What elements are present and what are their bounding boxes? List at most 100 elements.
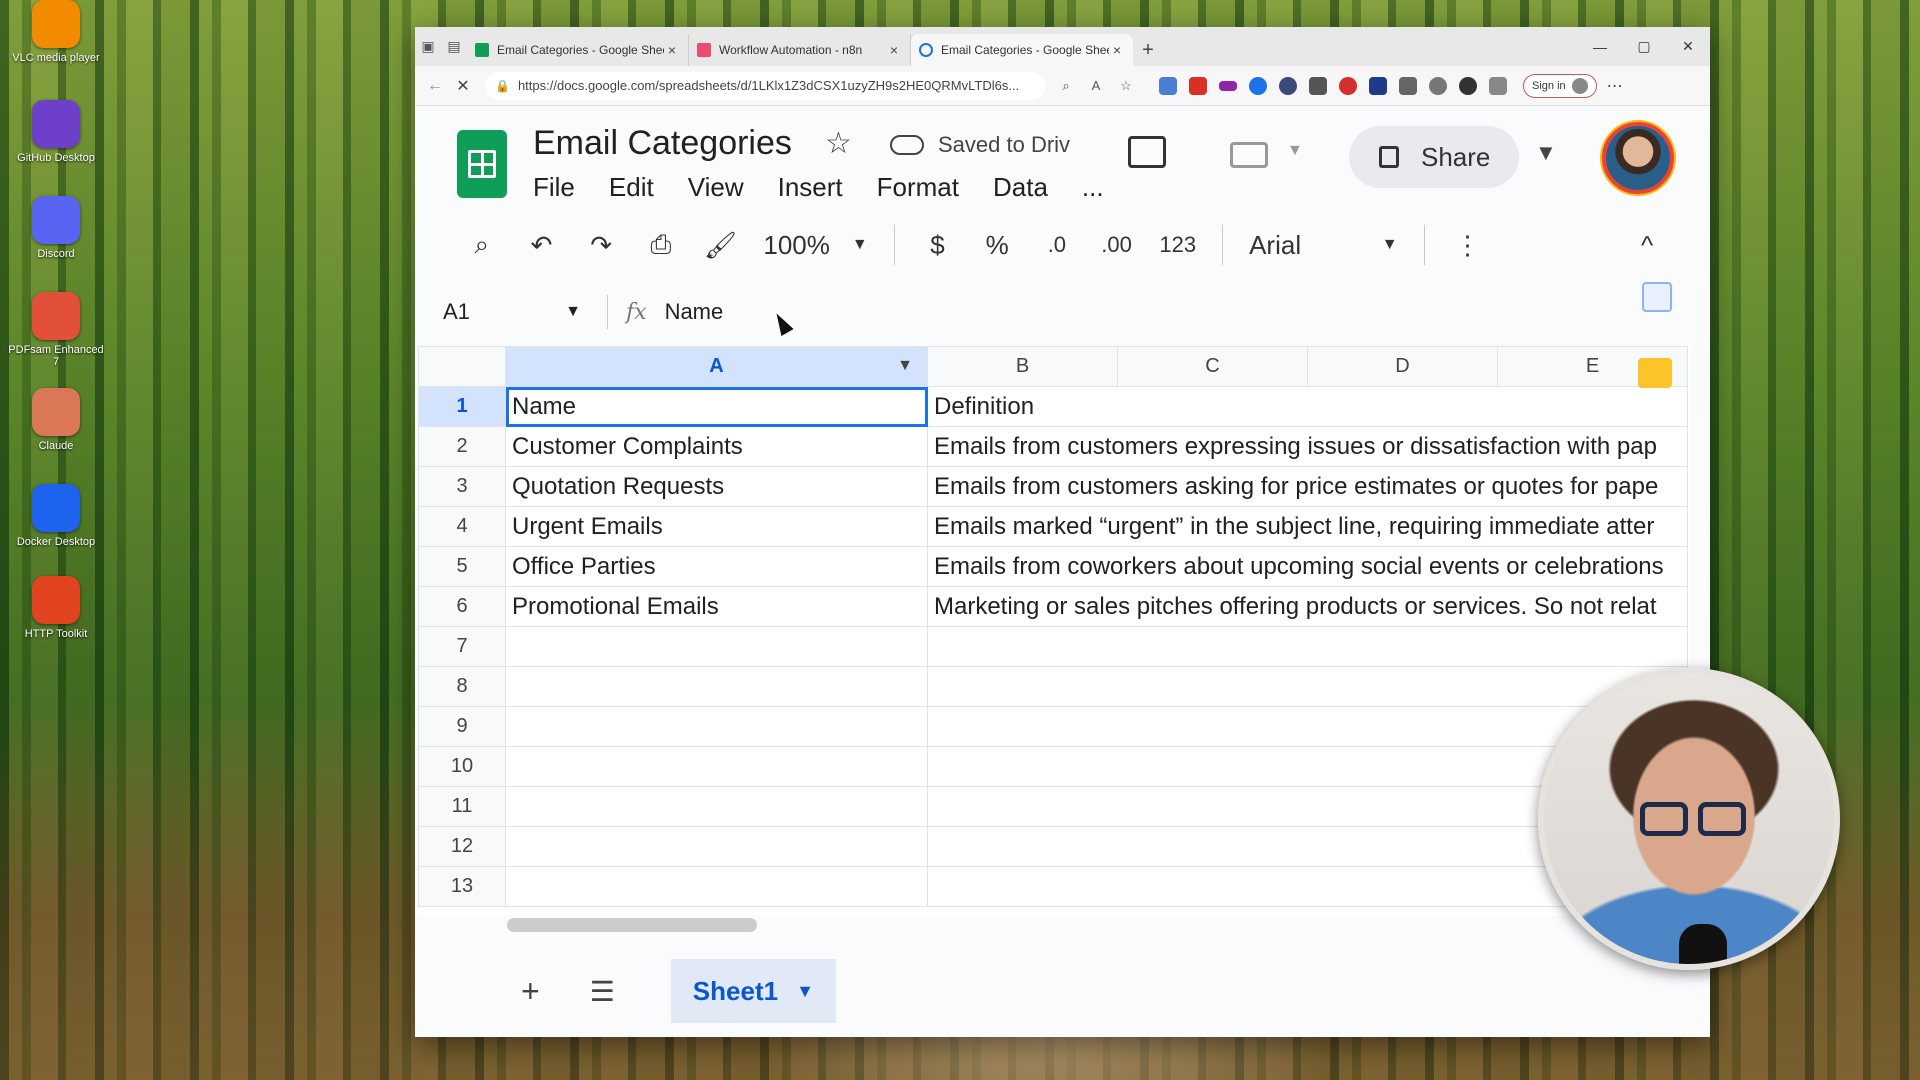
row-header[interactable]: 4 xyxy=(418,506,506,547)
desktop-shortcut[interactable]: PDFsam Enhanced 7 xyxy=(4,292,108,368)
workspaces-icon[interactable]: ▣ xyxy=(415,27,441,66)
document-title[interactable]: Email Categories xyxy=(533,124,792,163)
cell-a[interactable]: Office Parties xyxy=(505,546,928,587)
cell-a[interactable] xyxy=(505,786,928,827)
extension-icon[interactable] xyxy=(1159,76,1177,95)
chevron-down-icon[interactable]: ▼ xyxy=(796,981,814,1002)
menu-view[interactable]: View xyxy=(688,172,744,203)
cell-a[interactable]: Promotional Emails xyxy=(505,586,928,627)
cell-b[interactable]: Definition xyxy=(927,386,1688,427)
horizontal-scrollbar[interactable] xyxy=(507,918,757,932)
cell-a[interactable] xyxy=(505,626,928,667)
desktop-shortcut[interactable]: Docker Desktop xyxy=(4,484,108,548)
cell-b[interactable] xyxy=(927,666,1688,707)
close-window-icon[interactable]: ✕ xyxy=(1666,27,1710,66)
row-header[interactable]: 6 xyxy=(418,586,506,627)
chevron-down-icon[interactable]: ▼ xyxy=(1287,142,1303,160)
select-all-corner[interactable] xyxy=(418,346,506,387)
number-format-button[interactable]: 123 xyxy=(1159,225,1196,265)
extension-icon[interactable] xyxy=(1279,76,1297,95)
zoom-icon[interactable]: ⌕ xyxy=(1056,76,1076,96)
cell-a[interactable] xyxy=(505,666,928,707)
browser-tab-2[interactable]: Workflow Automation - n8n × xyxy=(689,34,911,66)
add-sheet-button[interactable]: + xyxy=(521,973,540,1010)
keep-addon-icon[interactable] xyxy=(1638,358,1672,388)
extension-icon[interactable] xyxy=(1369,76,1387,95)
column-header-a[interactable]: A ▼ xyxy=(505,346,928,387)
new-tab-button[interactable]: + xyxy=(1133,34,1163,66)
menu-data[interactable]: Data xyxy=(993,172,1048,203)
sheets-logo-icon[interactable] xyxy=(457,130,507,198)
cell-b[interactable]: Emails from customers asking for price e… xyxy=(927,466,1688,507)
row-header[interactable]: 1 xyxy=(418,386,506,427)
name-box[interactable]: A1 ▼ xyxy=(415,299,605,325)
url-field[interactable]: 🔒 https://docs.google.com/spreadsheets/d… xyxy=(485,71,1045,100)
search-icon[interactable]: ⌕ xyxy=(465,225,499,265)
cell-a[interactable] xyxy=(505,746,928,787)
redo-icon[interactable]: ↷ xyxy=(584,225,618,265)
column-header-c[interactable]: C xyxy=(1117,346,1308,387)
cell-a[interactable]: Customer Complaints xyxy=(505,426,928,467)
close-tab-icon[interactable]: × xyxy=(664,42,680,58)
formula-input[interactable]: Name xyxy=(665,299,724,325)
extension-icon[interactable] xyxy=(1429,76,1447,95)
extensions-puzzle-icon[interactable] xyxy=(1489,76,1507,95)
row-header[interactable]: 12 xyxy=(418,826,506,867)
more-options-icon[interactable]: ⋮ xyxy=(1451,225,1485,265)
cell-b[interactable]: Emails from customers expressing issues … xyxy=(927,426,1688,467)
percent-format-button[interactable]: % xyxy=(980,225,1014,265)
extension-icon[interactable] xyxy=(1459,76,1477,95)
row-header[interactable]: 2 xyxy=(418,426,506,467)
cell-a[interactable]: Urgent Emails xyxy=(505,506,928,547)
menu-insert[interactable]: Insert xyxy=(778,172,843,203)
all-sheets-icon[interactable]: ☰ xyxy=(590,975,615,1008)
cell-a[interactable] xyxy=(505,826,928,867)
extension-icon[interactable] xyxy=(1219,80,1237,91)
undo-icon[interactable]: ↶ xyxy=(525,225,559,265)
collapse-toolbar-icon[interactable]: ^ xyxy=(1630,225,1664,265)
desktop-shortcut[interactable]: HTTP Toolkit xyxy=(4,576,108,640)
cell-a[interactable] xyxy=(505,866,928,907)
column-header-d[interactable]: D xyxy=(1307,346,1498,387)
meet-camera-icon[interactable] xyxy=(1230,142,1268,168)
desktop-shortcut[interactable]: VLC media player xyxy=(4,0,108,64)
close-tab-icon[interactable]: × xyxy=(1109,42,1125,58)
desktop-shortcut[interactable]: Discord xyxy=(4,196,108,260)
cell-b[interactable] xyxy=(927,626,1688,667)
print-icon[interactable]: ⎙ xyxy=(644,225,678,265)
font-family-select[interactable]: Arial ▼ xyxy=(1249,225,1398,265)
increase-decimal-button[interactable]: .00 xyxy=(1100,225,1134,265)
menu-edit[interactable]: Edit xyxy=(609,172,654,203)
cell-a[interactable] xyxy=(505,706,928,747)
read-aloud-icon[interactable]: A xyxy=(1086,76,1106,96)
save-status[interactable]: Saved to Driv xyxy=(890,132,1070,158)
menu-more[interactable]: ... xyxy=(1082,172,1104,203)
close-tab-icon[interactable]: × xyxy=(886,42,902,58)
row-header[interactable]: 8 xyxy=(418,666,506,707)
column-menu-chevron-icon[interactable]: ▼ xyxy=(897,357,913,375)
row-header[interactable]: 10 xyxy=(418,746,506,787)
desktop-shortcut[interactable]: GitHub Desktop xyxy=(4,100,108,164)
favorite-star-icon[interactable]: ☆ xyxy=(1116,76,1136,96)
cell-b[interactable]: Marketing or sales pitches offering prod… xyxy=(927,586,1688,627)
menu-format[interactable]: Format xyxy=(877,172,959,203)
cell-a[interactable]: Name xyxy=(505,386,928,427)
maximize-icon[interactable]: ▢ xyxy=(1622,27,1666,66)
row-header[interactable]: 5 xyxy=(418,546,506,587)
currency-format-button[interactable]: $ xyxy=(921,225,955,265)
row-header[interactable]: 7 xyxy=(418,626,506,667)
cell-b[interactable]: Emails marked “urgent” in the subject li… xyxy=(927,506,1688,547)
comments-icon[interactable] xyxy=(1128,136,1166,168)
row-header[interactable]: 9 xyxy=(418,706,506,747)
extension-icon[interactable] xyxy=(1309,76,1327,95)
vertical-tabs-icon[interactable]: ▤ xyxy=(441,27,467,66)
paint-format-icon[interactable]: 🖌 xyxy=(704,225,738,265)
star-icon[interactable]: ☆ xyxy=(825,126,852,161)
row-header[interactable]: 13 xyxy=(418,866,506,907)
row-header[interactable]: 3 xyxy=(418,466,506,507)
minimize-icon[interactable]: — xyxy=(1578,27,1622,66)
share-button[interactable]: Share xyxy=(1349,126,1519,188)
extension-icon[interactable] xyxy=(1399,76,1417,95)
back-icon[interactable]: ← xyxy=(421,72,449,100)
menu-file[interactable]: File xyxy=(533,172,575,203)
